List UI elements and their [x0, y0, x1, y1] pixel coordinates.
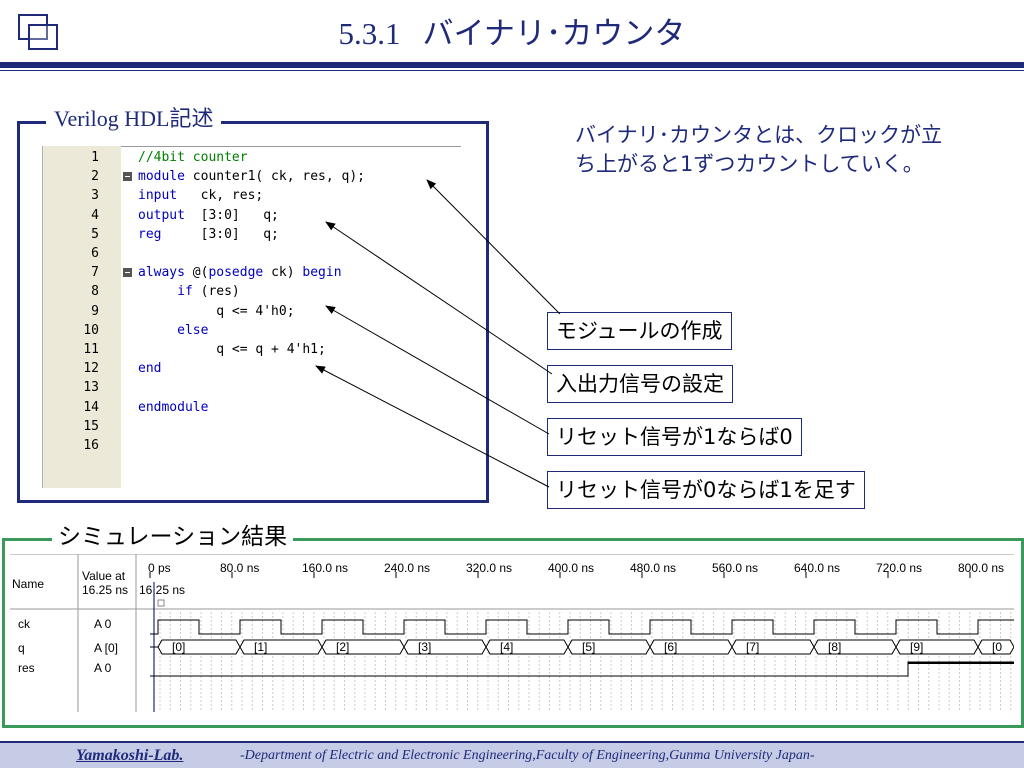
arrow-reset0 — [315, 365, 550, 488]
footer-lab-name: Yamakoshi-Lab. — [76, 747, 184, 764]
bus-segment — [731, 639, 815, 655]
bus-segment — [567, 639, 651, 655]
clock-waveform — [150, 619, 1014, 635]
bus-segment — [813, 639, 897, 655]
bus-value-label: [3] — [418, 640, 431, 654]
bus-value-label: [4] — [500, 640, 513, 654]
footer-bar: Yamakoshi-Lab. -Department of Electric a… — [0, 741, 1024, 768]
bus-value-label: [5] — [582, 640, 595, 654]
bus-segment — [649, 639, 733, 655]
bus-segment — [485, 639, 569, 655]
footer-department: -Department of Electric and Electronic E… — [240, 748, 815, 763]
bus-value-label: [6] — [664, 640, 677, 654]
arrow-io — [325, 221, 553, 375]
bus-value-label: [0] — [172, 640, 185, 654]
bus-segment — [157, 639, 241, 655]
waveform-plot[interactable]: [0] [1] [2] [3] [4] [5] [6] [7] [8] [9] [0 — [10, 554, 1014, 712]
bus-segment — [403, 639, 487, 655]
waveform-viewer: Name Value at 16.25 ns 16.25 ns 0 ps 80.0… — [10, 554, 1014, 712]
bus-value-label: [9] — [910, 640, 923, 654]
arrow-module — [426, 179, 561, 315]
simulation-heading: シミュレーション結果 — [52, 518, 294, 556]
bus-value-label: [1] — [254, 640, 267, 654]
bus-value-label: [0 — [992, 640, 1002, 654]
bus-value-label: [7] — [746, 640, 759, 654]
bus-segment — [895, 639, 979, 655]
reset-waveform — [150, 661, 1014, 677]
bus-segment — [239, 639, 323, 655]
bus-segment — [321, 639, 405, 655]
bus-value-label: [2] — [336, 640, 349, 654]
cursor-handle — [157, 599, 165, 607]
bus-value-label: [8] — [828, 640, 841, 654]
arrow-reset1 — [325, 305, 550, 435]
reset-high — [908, 662, 1014, 664]
